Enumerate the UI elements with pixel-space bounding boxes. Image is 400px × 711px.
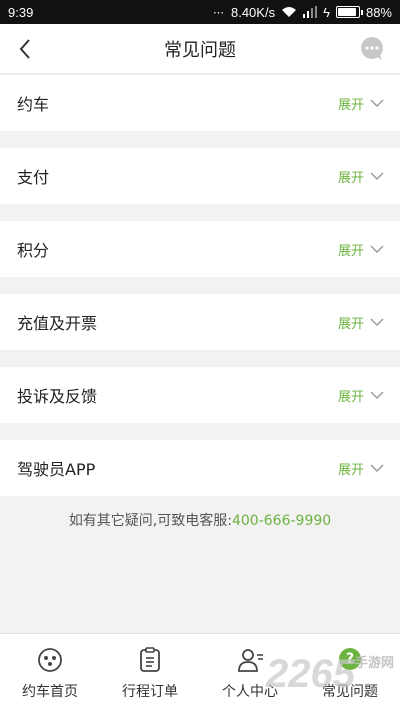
expand-toggle[interactable]: 展开 [338, 94, 384, 113]
chevron-down-icon [370, 245, 384, 253]
expand-label: 展开 [337, 389, 364, 405]
nav-tab-label: 个人中心 [222, 684, 278, 700]
nav-tab-label: 行程订单 [122, 684, 178, 700]
expand-toggle[interactable]: 展开 [338, 313, 384, 332]
bottom-nav: 约车首页 行程订单 个人中心 ? 常见问题 [0, 633, 400, 711]
faq-item-label: 驾驶员APP [17, 460, 96, 479]
faq-item-label: 积分 [17, 241, 50, 260]
charging-icon: ϟ [323, 4, 330, 20]
network-speed: 8.40K/s [230, 4, 276, 20]
wifi-icon [282, 7, 297, 17]
nav-tab-label: 常见问题 [322, 684, 378, 700]
battery-icon [335, 6, 363, 18]
status-indicators: ⋯ 8.40K/s ϟ 88% [213, 5, 392, 20]
chevron-down-icon [370, 318, 384, 326]
chevron-down-icon [370, 172, 384, 180]
faq-item-payment[interactable]: 支付 展开 [0, 148, 400, 204]
status-time: 9:39 [8, 4, 34, 20]
expand-toggle[interactable]: 展开 [338, 167, 384, 186]
faq-item-booking[interactable]: 约车 展开 [0, 75, 400, 131]
chevron-down-icon [370, 99, 384, 107]
expand-label: 展开 [337, 243, 364, 259]
help-text: 如有其它疑问,可致电客服: [68, 513, 232, 529]
faq-item-points[interactable]: 积分 展开 [0, 221, 400, 277]
battery-percent: 88% [365, 4, 392, 20]
faq-item-recharge-invoice[interactable]: 充值及开票 展开 [0, 294, 400, 350]
expand-label: 展开 [337, 170, 364, 186]
expand-label: 展开 [337, 316, 364, 332]
help-contact-line: 如有其它疑问,可致电客服:400-666-9990 [0, 510, 400, 530]
expand-toggle[interactable]: 展开 [338, 386, 384, 405]
car-home-icon [38, 648, 62, 672]
nav-tab-booking-home[interactable]: 约车首页 [0, 634, 100, 711]
chevron-left-icon [19, 39, 30, 59]
chevron-down-icon [370, 464, 384, 472]
status-bar: 9:39 ⋯ 8.40K/s ϟ 88% [0, 0, 400, 24]
faq-item-label: 投诉及反馈 [17, 387, 98, 406]
nav-tab-faq[interactable]: ? 常见问题 [300, 634, 400, 711]
expand-label: 展开 [337, 97, 364, 113]
nav-tab-personal-center[interactable]: 个人中心 [200, 634, 300, 711]
battery-level [337, 8, 356, 16]
nav-tab-trip-orders[interactable]: 行程订单 [100, 634, 200, 711]
user-icon [238, 649, 263, 672]
faq-list: 约车 展开 支付 展开 积分 展开 充值及开票 展开 投诉及反馈 展开 驾驶员A… [0, 75, 400, 496]
customer-service-phone-link[interactable]: 400-666-9990 [232, 513, 331, 529]
faq-item-driver-app[interactable]: 驾驶员APP 展开 [0, 440, 400, 496]
expand-toggle[interactable]: 展开 [338, 459, 384, 478]
more-dots-icon: ⋯ [212, 6, 225, 19]
faq-item-label: 支付 [17, 168, 50, 187]
faq-item-label: 约车 [17, 95, 50, 114]
back-button[interactable] [8, 32, 42, 66]
nav-tab-label: 约车首页 [22, 684, 78, 700]
faq-item-label: 充值及开票 [17, 314, 98, 333]
page-title: 常见问题 [164, 39, 236, 61]
faq-item-complaints[interactable]: 投诉及反馈 展开 [0, 367, 400, 423]
chevron-down-icon [370, 391, 384, 399]
expand-label: 展开 [337, 462, 364, 478]
signal-icon [303, 6, 318, 18]
clipboard-icon [140, 647, 160, 672]
chat-bubble-icon[interactable] [360, 37, 384, 61]
expand-toggle[interactable]: 展开 [338, 240, 384, 259]
question-icon: ? [339, 648, 361, 670]
app-header: 常见问题 [0, 24, 400, 74]
